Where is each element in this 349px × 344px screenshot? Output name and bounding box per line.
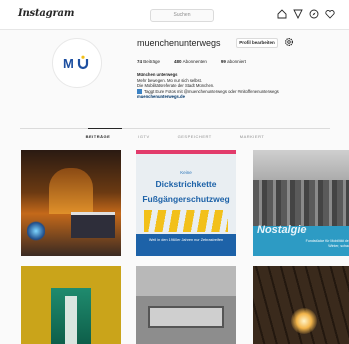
post-image-tram <box>71 212 115 238</box>
post-tile[interactable] <box>21 266 121 344</box>
post-tile[interactable] <box>136 266 236 344</box>
post-headline: Nostalgie <box>257 224 307 236</box>
zebra-crossing-graphic <box>144 210 228 232</box>
posts-count[interactable]: 74 Beiträge <box>137 59 160 64</box>
post-headline: Fußgängerschutzweg <box>142 194 230 204</box>
tag-icon <box>137 88 142 94</box>
post-caption: Weil in den 1960er Jahren nur Zebrastrei… <box>136 234 236 256</box>
profile-tabs: BEITRÄGE IGTV GESPEICHERT MARKIERT <box>20 134 330 139</box>
profile-username: muenchenunterwegs <box>137 38 221 48</box>
post-tile[interactable] <box>253 266 349 344</box>
tabs-divider <box>20 128 330 129</box>
avatar[interactable]: M <box>52 38 102 88</box>
tab-tagged[interactable]: MARKIERT <box>240 134 265 139</box>
post-image-sky <box>136 266 236 296</box>
post-tile[interactable] <box>21 150 121 256</box>
bio-link[interactable]: muenchenunterwegs.de <box>137 94 337 100</box>
post-image-sun <box>291 308 317 334</box>
profile-stats: 74 Beiträge 480 Abonnenten 99 abonniert <box>137 59 246 64</box>
tab-igtv[interactable]: IGTV <box>138 134 149 139</box>
post-tile[interactable]: Keine Dickstrichkette Fußgängerschutzweg… <box>136 150 236 256</box>
gear-icon[interactable] <box>284 37 294 47</box>
top-navigation: Instagram Suchen <box>0 0 349 30</box>
post-image-gate <box>49 168 93 214</box>
direct-icon[interactable] <box>293 9 303 19</box>
post-image-buildings <box>253 180 349 230</box>
profile-bio: München unterwegs Mehr bewegen. Mo nur s… <box>137 72 337 100</box>
heart-icon[interactable] <box>325 9 335 19</box>
post-accent-bar <box>136 150 236 154</box>
home-icon[interactable] <box>277 9 287 19</box>
post-image-light <box>27 220 45 242</box>
active-tab-indicator <box>88 128 122 129</box>
post-tile[interactable]: Nostalgie Fundstücke für Mobilität der W… <box>253 150 349 256</box>
explore-icon[interactable] <box>309 9 319 19</box>
post-image-escalator-steps <box>65 296 77 344</box>
following-count[interactable]: 99 abonniert <box>221 59 246 64</box>
tab-saved[interactable]: GESPEICHERT <box>178 134 212 139</box>
post-caption: Fundstücke für Mobilität der Winter, sch… <box>305 239 349 248</box>
svg-text:M: M <box>63 56 74 71</box>
post-banner: Nostalgie Fundstücke für Mobilität der W… <box>253 224 349 256</box>
followers-count[interactable]: 480 Abonnenten <box>174 59 207 64</box>
post-text: Keine <box>180 170 192 175</box>
edit-profile-button[interactable]: Profil bearbeiten <box>236 38 278 48</box>
tab-posts[interactable]: BEITRÄGE <box>86 134 111 139</box>
mu-logo-icon: M <box>63 55 89 71</box>
post-headline: Dickstrichkette <box>155 179 217 189</box>
nav-icons <box>277 9 335 19</box>
instagram-logo[interactable]: Instagram <box>18 8 74 19</box>
search-input[interactable]: Suchen <box>150 9 214 22</box>
post-image-tram <box>148 306 224 328</box>
